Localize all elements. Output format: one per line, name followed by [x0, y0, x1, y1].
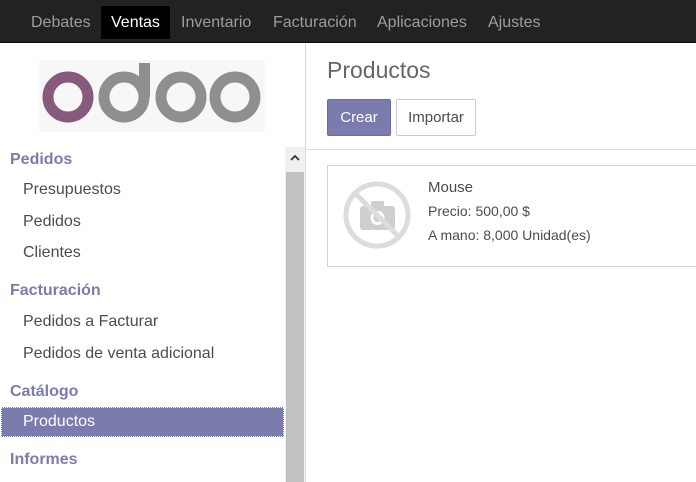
import-button[interactable]: Importar — [396, 99, 476, 136]
sidebar: Pedidos Presupuestos Pedidos Clientes Fa… — [0, 43, 306, 482]
sidebar-item-productos[interactable]: Productos — [1, 407, 284, 437]
menu-inventario[interactable]: Inventario — [171, 6, 261, 39]
no-image-camera-icon — [341, 179, 413, 251]
page-title: Productos — [327, 57, 431, 83]
scrollbar-thumb[interactable] — [286, 172, 304, 482]
menu-facturacion[interactable]: Facturación — [263, 6, 367, 39]
sidebar-scrollbar[interactable] — [285, 147, 305, 482]
sidebar-item-label: Productos — [23, 413, 96, 430]
menu-aplicaciones[interactable]: Aplicaciones — [367, 6, 477, 39]
section-informes: Informes — [10, 451, 78, 468]
menu-debates[interactable]: Debates — [21, 6, 101, 39]
sidebar-item-pedidos[interactable]: Pedidos — [23, 213, 81, 231]
product-card[interactable]: Mouse Precio: 500,00 $ A mano: 8,000 Uni… — [327, 165, 696, 267]
create-button[interactable]: Crear — [327, 99, 391, 136]
menu-ajustes[interactable]: Ajustes — [478, 6, 550, 39]
chevron-up-icon — [290, 154, 300, 161]
odoo-logo-graphic — [42, 63, 261, 123]
sidebar-item-clientes[interactable]: Clientes — [23, 244, 81, 262]
menu-ventas[interactable]: Ventas — [101, 6, 170, 39]
odoo-logo[interactable] — [39, 60, 265, 132]
top-menu-bar: Debates Ventas Inventario Facturación Ap… — [0, 0, 696, 43]
product-price: Precio: 500,00 $ — [428, 203, 530, 219]
section-catalogo: Catálogo — [10, 383, 79, 400]
sidebar-item-pedidos-venta-adicional[interactable]: Pedidos de venta adicional — [23, 345, 214, 363]
sidebar-item-pedidos-a-facturar[interactable]: Pedidos a Facturar — [23, 313, 158, 331]
section-pedidos: Pedidos — [10, 151, 73, 168]
header-divider — [306, 149, 696, 150]
product-name: Mouse — [428, 179, 474, 196]
product-stock: A mano: 8,000 Unidad(es) — [428, 227, 591, 243]
section-facturacion: Facturación — [10, 282, 101, 299]
sidebar-item-presupuestos[interactable]: Presupuestos — [23, 181, 121, 199]
scroll-up-button[interactable] — [285, 147, 305, 169]
